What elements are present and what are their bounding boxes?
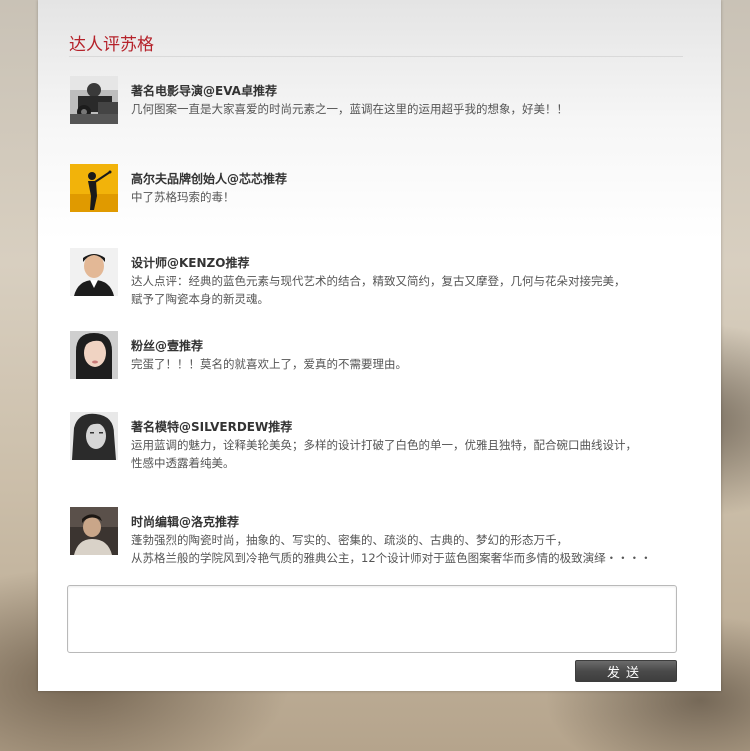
- avatar: [70, 164, 118, 212]
- reviewer-name: 高尔夫品牌创始人@芯芯推荐: [131, 172, 288, 186]
- avatar: [70, 331, 118, 379]
- woman-portrait-icon: [70, 331, 118, 379]
- avatar: [70, 248, 118, 296]
- reviewer-name: 时尚编辑@洛克推荐: [131, 515, 240, 529]
- reviewer-name: 设计师@KENZO推荐: [131, 256, 250, 270]
- review-line: 从苏格兰般的学院风到冷艳气质的雅典公主，12个设计师对于蓝色图案奢华而多情的极致…: [131, 551, 652, 565]
- review-panel: 达人评苏格 著名电影导演@EVA卓推荐 几何图案一直是大家喜爱的时尚元素之一，蓝…: [38, 0, 721, 691]
- review-text: 达人点评：经典的蓝色元素与现代艺术的结合，精致又简约，复古又摩登，几何与花朵对接…: [131, 272, 691, 308]
- film-director-camera-icon: [70, 76, 118, 124]
- reviewer-name: 粉丝@壹推荐: [131, 339, 204, 353]
- message-input[interactable]: [67, 585, 677, 653]
- avatar: [70, 507, 118, 555]
- review-line: 完蛋了！！！莫名的就喜欢上了，爱真的不需要理由。: [131, 357, 407, 371]
- review-text: 完蛋了！！！莫名的就喜欢上了，爱真的不需要理由。: [131, 355, 691, 373]
- review-text: 运用蓝调的魅力，诠释美轮美奂；多样的设计打破了白色的单一，优雅且独特，配合碗口曲…: [131, 436, 691, 472]
- golfer-silhouette-icon: [70, 164, 118, 212]
- review-line: 蓬勃强烈的陶瓷时尚，抽象的、写实的、密集的、疏淡的、古典的、梦幻的形态万千，: [131, 533, 568, 547]
- review-line: 几何图案一直是大家喜爱的时尚元素之一，蓝调在这里的运用超乎我的想象，好美！！: [131, 102, 568, 116]
- review-line: 运用蓝调的魅力，诠释美轮美奂；多样的设计打破了白色的单一，优雅且独特，配合碗口曲…: [131, 438, 637, 452]
- review-text: 几何图案一直是大家喜爱的时尚元素之一，蓝调在这里的运用超乎我的想象，好美！！: [131, 100, 691, 118]
- reviewer-name: 著名电影导演@EVA卓推荐: [131, 84, 277, 98]
- send-button[interactable]: 发送: [575, 660, 677, 682]
- editor-portrait-icon: [70, 507, 118, 555]
- reviewer-name: 著名模特@SILVERDEW推荐: [131, 420, 293, 434]
- review-line: 中了苏格玛索的毒！: [131, 190, 235, 204]
- section-title: 达人评苏格: [69, 35, 154, 55]
- title-divider: [69, 56, 683, 57]
- designer-portrait-icon: [70, 248, 118, 296]
- review-line: 性感中透露着纯美。: [131, 456, 235, 470]
- avatar: [70, 412, 118, 460]
- review-text: 蓬勃强烈的陶瓷时尚，抽象的、写实的、密集的、疏淡的、古典的、梦幻的形态万千， 从…: [131, 531, 691, 567]
- model-bw-portrait-icon: [70, 412, 118, 460]
- avatar: [70, 76, 118, 124]
- review-text: 中了苏格玛索的毒！: [131, 188, 691, 206]
- review-line: 赋予了陶瓷本身的新灵魂。: [131, 292, 269, 306]
- review-line: 达人点评：经典的蓝色元素与现代艺术的结合，精致又简约，复古又摩登，几何与花朵对接…: [131, 274, 626, 288]
